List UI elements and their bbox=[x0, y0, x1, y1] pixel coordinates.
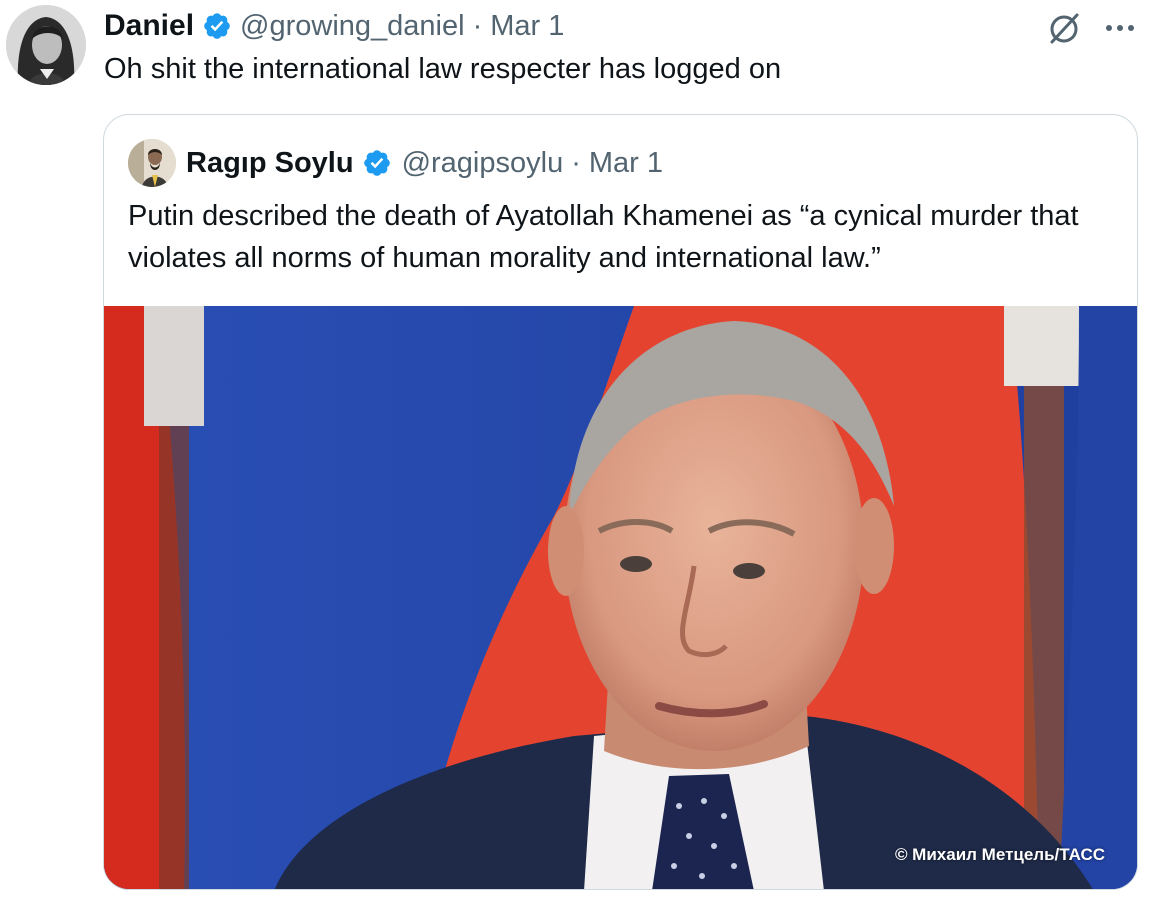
quoted-tweet-header: Ragıp Soylu @ragipsoylu · Mar 1 bbox=[186, 143, 663, 183]
quoted-author-handle: @ragipsoylu bbox=[401, 146, 564, 179]
quoted-tweet-text: Putin described the death of Ayatollah K… bbox=[128, 200, 1079, 274]
quoted-tweet-photo[interactable]: © Михаил Метцель/ТАСС bbox=[104, 306, 1137, 889]
tweet[interactable]: Daniel @growing_daniel · Mar 1 Oh shit t… bbox=[0, 0, 1157, 901]
separator-dot: · bbox=[472, 9, 483, 42]
photo-credit: © Михаил Метцель/ТАСС bbox=[894, 845, 1105, 864]
quoted-tweet-date: Mar 1 bbox=[588, 146, 664, 179]
separator-dot: · bbox=[571, 146, 581, 179]
tweet-header: Daniel @growing_daniel · Mar 1 bbox=[104, 6, 564, 46]
tweet-date[interactable]: Mar 1 bbox=[490, 10, 564, 43]
grok-icon[interactable] bbox=[1044, 8, 1084, 48]
quoted-author-avatar[interactable] bbox=[128, 139, 176, 187]
verified-badge-icon bbox=[362, 148, 392, 178]
author-avatar[interactable] bbox=[6, 5, 86, 85]
author-handle[interactable]: @growing_daniel bbox=[240, 10, 465, 43]
quoted-tweet-card[interactable]: Ragıp Soylu @ragipsoylu · Mar 1 Putin de… bbox=[103, 114, 1138, 890]
tweet-text: Oh shit the international law respecter … bbox=[104, 53, 782, 85]
author-name[interactable]: Daniel bbox=[104, 9, 194, 43]
verified-badge-icon[interactable] bbox=[202, 11, 232, 41]
quoted-author-name[interactable]: Ragıp Soylu bbox=[186, 147, 354, 180]
more-options-icon[interactable] bbox=[1100, 10, 1140, 46]
